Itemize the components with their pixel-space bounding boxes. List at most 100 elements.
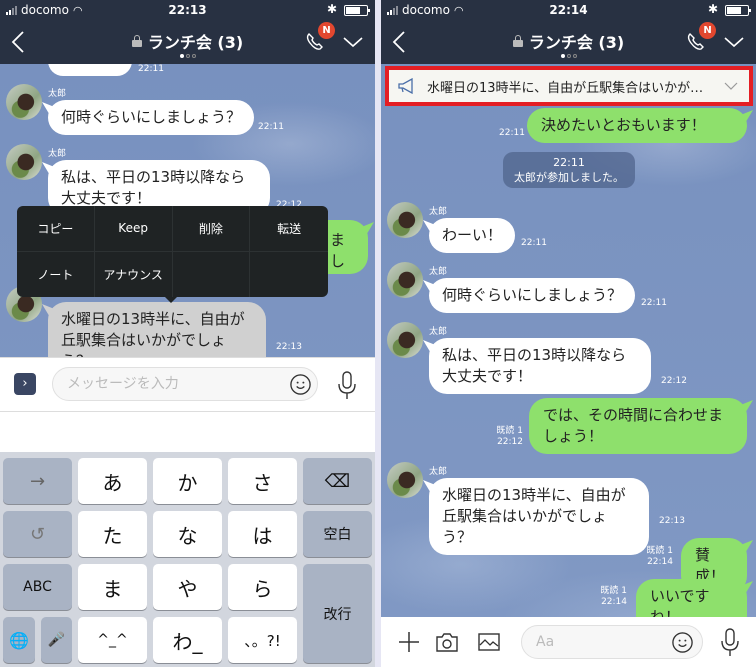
message-bubble[interactable]: 何時ぐらいにしましょう？ [429, 278, 636, 313]
avatar[interactable] [387, 462, 423, 498]
bluetooth-icon: ✱ [326, 2, 337, 16]
chevron-down-icon[interactable] [341, 30, 365, 54]
avatar[interactable] [6, 144, 42, 180]
avatar[interactable] [387, 322, 423, 358]
microphone-key-icon[interactable]: 🎤 [41, 617, 72, 663]
chat-title-text: ランチ会 (3) [528, 33, 625, 52]
battery-icon [725, 5, 751, 16]
lock-icon [512, 35, 523, 47]
menu-item-keep[interactable]: Keep [94, 206, 173, 252]
read-receipt: 既読 1 [646, 546, 673, 556]
message-time: 22:11 [521, 238, 547, 248]
menu-empty [173, 251, 251, 297]
message-time: 22:12 [661, 376, 687, 386]
message-time: 22:14 [647, 557, 673, 567]
avatar[interactable] [387, 262, 423, 298]
key-backspace[interactable]: ⌫ [303, 458, 372, 504]
bluetooth-icon: ✱ [707, 2, 718, 16]
sender-name: 太郎 [48, 149, 67, 159]
key-enter[interactable]: 改行 [303, 564, 372, 663]
key-na[interactable]: な [153, 511, 222, 557]
message-bubble-outgoing[interactable]: では、その時間に合わせましょう！ [529, 398, 747, 454]
message-time: 22:12 [497, 437, 523, 447]
message-meta: 既読 1 22:12 [491, 426, 523, 448]
key-wa[interactable]: わ_ [153, 617, 222, 663]
announcement-banner[interactable]: 水曜日の13時半に、自由が丘駅集合はいかが… [385, 66, 753, 106]
message-text: 私は、平日の13時以降なら大丈夫です！ [442, 346, 627, 385]
camera-icon[interactable] [435, 631, 459, 653]
key-arrow-right[interactable]: → [3, 458, 72, 504]
system-message: 22:11 太郎が参加しました。 [503, 152, 635, 188]
divider [0, 411, 375, 412]
key-abc[interactable]: ABC [3, 564, 72, 610]
key-ka[interactable]: か [153, 458, 222, 504]
message-bubble[interactable]: 水曜日の13時半に、自由が丘駅集合はいかがでしょう？ [429, 478, 649, 555]
message-text: まし [330, 231, 346, 270]
menu-item-forward[interactable]: 転送 [250, 206, 328, 252]
input-placeholder: Aa [536, 634, 555, 650]
battery-icon [344, 5, 370, 16]
key-undo[interactable]: ↺ [3, 511, 72, 557]
key-ha[interactable]: は [228, 511, 297, 557]
header: docomo ◠ 22:14 ✱ ランチ会 (3) N [381, 0, 756, 64]
key-a[interactable]: あ [78, 458, 147, 504]
page-dots [0, 53, 375, 60]
key-emoticon[interactable]: ^_^ [78, 617, 147, 663]
message-text: 私は、平日の13時以降なら大丈夫です！ [61, 168, 246, 207]
avatar[interactable] [387, 202, 423, 238]
menu-item-delete[interactable]: 削除 [172, 206, 251, 252]
emoji-icon[interactable] [289, 373, 312, 396]
message-bubble-outgoing[interactable]: 決めたいとおもいます！ [527, 108, 747, 143]
message-bubble[interactable]: 何時ぐらいにしましょう？ [48, 100, 255, 135]
key-punctuation[interactable]: 、。?! [228, 617, 297, 663]
avatar[interactable] [6, 84, 42, 120]
plus-icon[interactable] [397, 630, 421, 654]
sender-name: 太郎 [429, 467, 448, 477]
key-space[interactable]: 空白 [303, 511, 372, 557]
message-time: 22:13 [659, 516, 685, 526]
key-ya[interactable]: や [153, 564, 222, 610]
read-receipt: 既読 1 [600, 586, 627, 596]
key-ta[interactable]: た [78, 511, 147, 557]
message-bubble[interactable]: 私は、平日の13時以降なら大丈夫です！ [429, 338, 651, 394]
message-time: 22:13 [276, 342, 302, 352]
globe-icon[interactable]: 🌐 [3, 617, 35, 663]
menu-item-announce[interactable]: アナウンス [95, 251, 173, 297]
sender-name: 太郎 [429, 207, 448, 217]
status-bar: docomo ◠ 22:14 ✱ [381, 0, 756, 20]
image-icon[interactable] [477, 631, 501, 653]
status-time: 22:13 [168, 3, 207, 17]
microphone-icon[interactable] [336, 370, 358, 400]
sender-name: 太郎 [48, 89, 67, 99]
announcement-text: 水曜日の13時半に、自由が丘駅集合はいかが… [427, 80, 704, 96]
message-text: 何時ぐらいにしましょう？ [442, 286, 623, 304]
key-ma[interactable]: ま [78, 564, 147, 610]
key-sa[interactable]: さ [228, 458, 297, 504]
sender-name: 太郎 [429, 327, 448, 337]
left-screen: docomo ◠ 22:13 ✱ ランチ会 (3) N 22:11 太郎 何時ぐ… [0, 0, 375, 667]
message-bubble[interactable]: わーい！ [429, 218, 516, 253]
expand-icon[interactable]: › [14, 373, 36, 395]
message-time: 22:11 [258, 122, 284, 132]
chat-title-text: ランチ会 (3) [147, 33, 244, 52]
megaphone-icon [398, 78, 413, 94]
input-placeholder: メッセージを入力 [67, 376, 179, 392]
menu-item-note[interactable]: ノート [17, 251, 95, 297]
chevron-down-icon[interactable] [723, 80, 739, 92]
message-input[interactable]: メッセージを入力 [52, 367, 318, 401]
microphone-icon[interactable] [719, 627, 741, 657]
menu-item-copy[interactable]: コピー [17, 206, 95, 252]
read-receipt: 既読 1 [496, 426, 523, 436]
sender-name: 太郎 [429, 267, 448, 277]
message-text: 水曜日の13時半に、自由が丘駅集合はいかがでしょう？ [442, 486, 626, 546]
notification-badge: N [318, 22, 335, 39]
system-time: 22:11 [553, 156, 585, 169]
message-text: 何時ぐらいにしましょう？ [61, 108, 242, 126]
page-dots [381, 53, 756, 60]
key-ra[interactable]: ら [228, 564, 297, 610]
notification-badge: N [699, 22, 716, 39]
lock-icon [131, 35, 142, 47]
chevron-down-icon[interactable] [722, 30, 746, 54]
input-bar: › メッセージを入力 [0, 357, 375, 452]
emoji-icon[interactable] [671, 631, 694, 654]
